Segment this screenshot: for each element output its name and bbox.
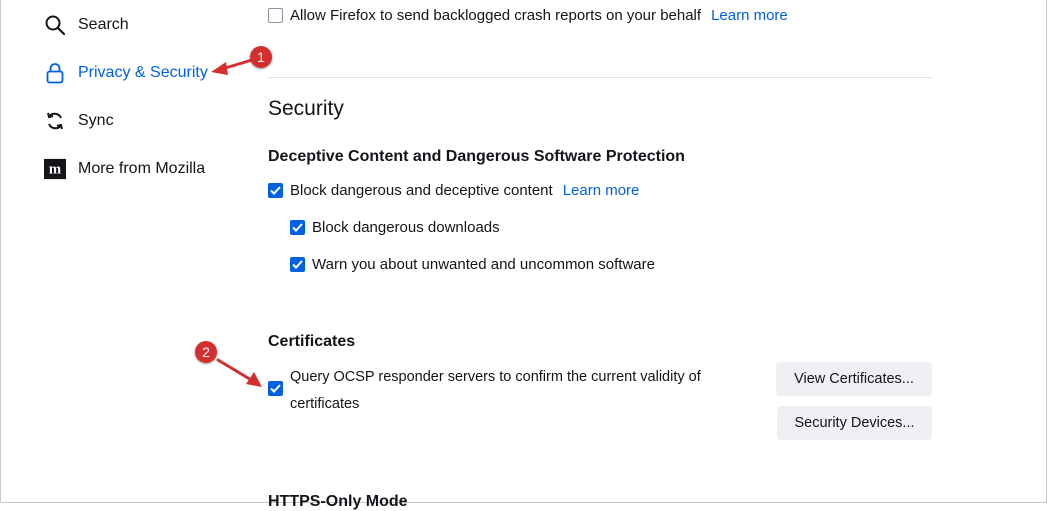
annotation-arrows: [211, 58, 262, 387]
annotation-badge-1: 1: [250, 46, 272, 68]
annotation-badge-2: 2: [195, 341, 217, 363]
